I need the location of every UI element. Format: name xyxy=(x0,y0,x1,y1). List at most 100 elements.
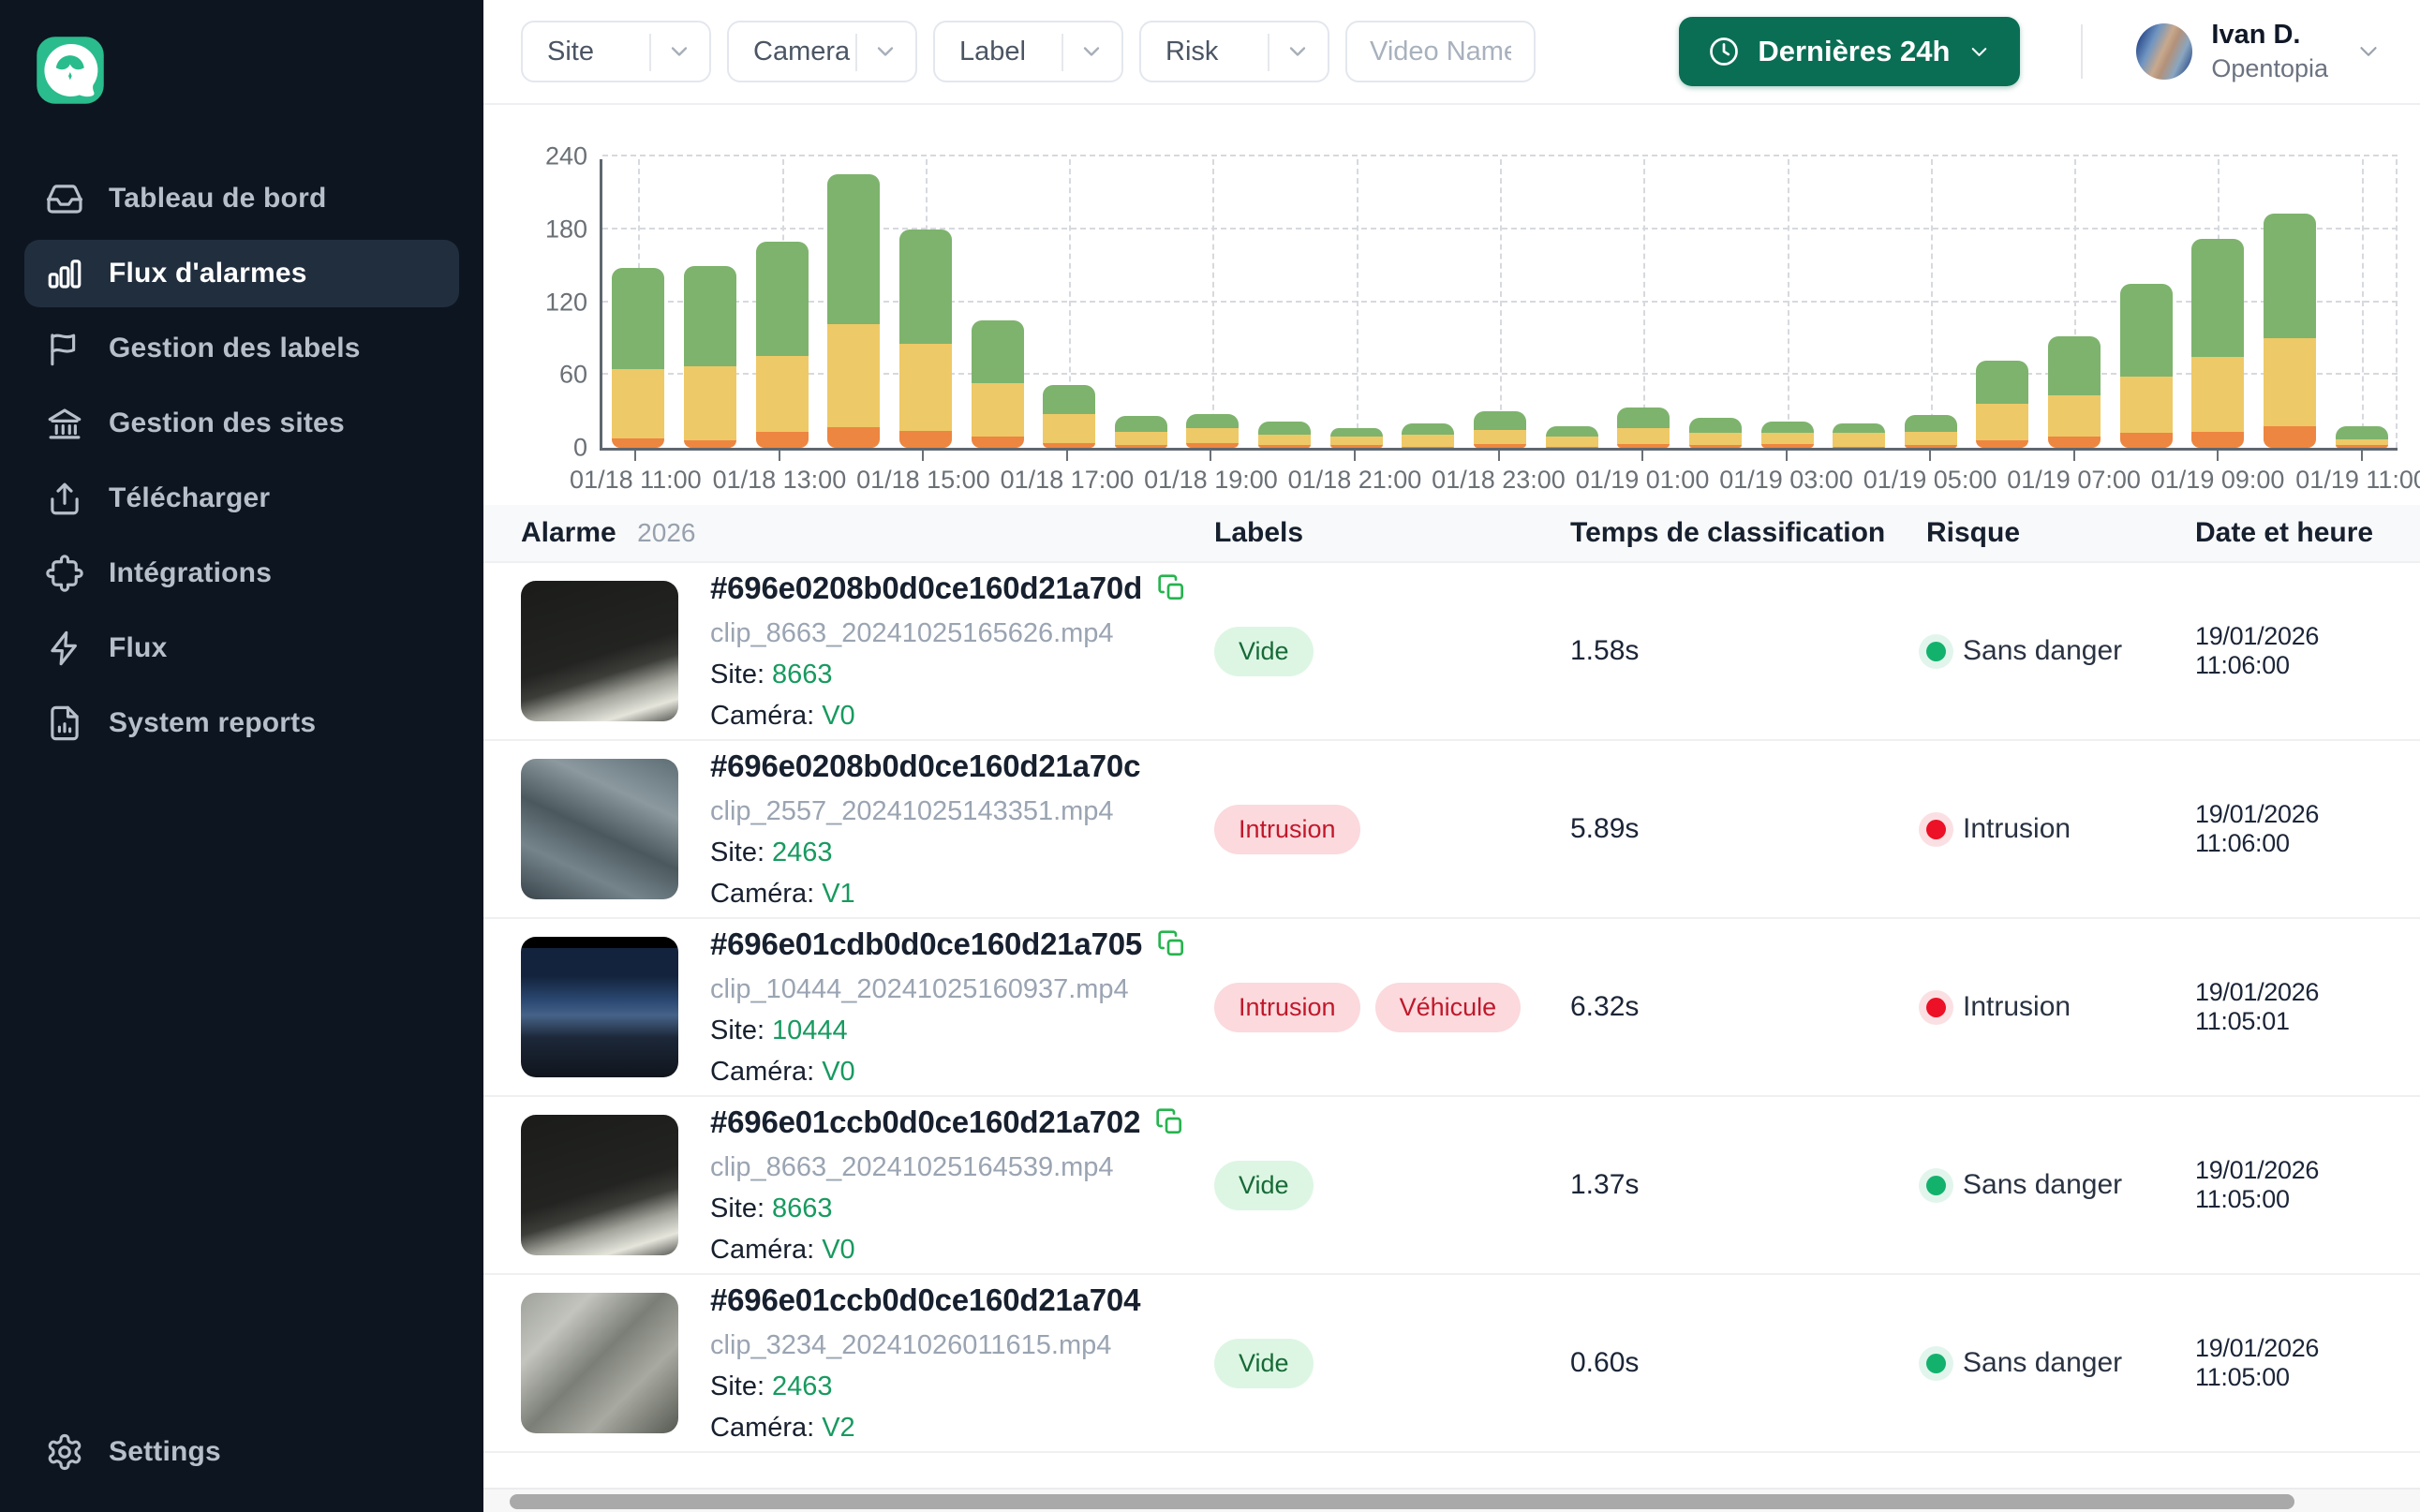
stacked-bar-01/18 20:00[interactable] xyxy=(1258,422,1311,448)
x-axis-tick-label: 01/18 11:00 xyxy=(570,466,702,495)
x-axis-tick xyxy=(2361,451,2363,461)
filter-label[interactable]: Label xyxy=(933,21,1123,82)
bar-slot xyxy=(1895,159,1967,448)
bar-slot xyxy=(890,159,962,448)
copy-icon[interactable] xyxy=(1155,1107,1185,1137)
x-axis-tick xyxy=(2217,451,2219,461)
risk-status: Sans danger xyxy=(1926,1347,2195,1379)
stacked-bar-01/18 14:00[interactable] xyxy=(827,174,880,448)
stacked-bar-01/19 03:00[interactable] xyxy=(1761,422,1814,448)
chart-plot-area: 060120180240 xyxy=(600,159,2398,451)
user-org: Opentopia xyxy=(2211,54,2328,83)
filter-risk[interactable]: Risk xyxy=(1139,21,1329,82)
camera-label: Caméra: xyxy=(710,1057,814,1087)
table-row[interactable]: #696e01ccb0d0ce160d21a702clip_8663_20241… xyxy=(483,1097,2420,1275)
alarm-volume-chart: 060120180240 01/18 11:0001/18 13:0001/18… xyxy=(483,105,2420,505)
camera-thumbnail[interactable] xyxy=(521,1115,678,1255)
filter-camera[interactable]: Camera xyxy=(727,21,917,82)
stacked-bar-01/18 16:00[interactable] xyxy=(972,320,1024,448)
alarm-id: #696e0208b0d0ce160d21a70c xyxy=(710,749,1140,784)
x-axis-tick-label: 01/19 09:00 xyxy=(2151,466,2285,495)
stacked-bar-01/19 11:00[interactable] xyxy=(2336,426,2388,448)
sidebar-item-system-reports[interactable]: System reports xyxy=(24,689,459,757)
chevron-down-icon xyxy=(872,38,898,65)
camera-thumbnail[interactable] xyxy=(521,759,678,899)
bar-slot xyxy=(602,159,675,448)
stacked-bar-01/18 13:00[interactable] xyxy=(756,242,809,448)
puzzle-icon xyxy=(45,554,84,593)
alarm-table: Alarme 2026 Labels Temps de classificati… xyxy=(483,505,2420,1453)
filter-site[interactable]: Site xyxy=(521,21,711,82)
stacked-bar-01/18 15:00[interactable] xyxy=(899,230,952,448)
stacked-bar-01/19 07:00[interactable] xyxy=(2048,336,2101,448)
sidebar-item-tableau-de-bord[interactable]: Tableau de bord xyxy=(24,165,459,232)
stacked-bar-01/18 23:00[interactable] xyxy=(1474,411,1526,448)
bar-segment-orange xyxy=(899,431,952,448)
x-axis-tick xyxy=(922,451,924,461)
stacked-bar-01/19 02:00[interactable] xyxy=(1689,418,1742,448)
x-axis-tick xyxy=(779,451,780,461)
alarm-datetime: 19/01/2026 11:05:00 xyxy=(2195,1334,2420,1392)
stacked-bar-01/19 10:00[interactable] xyxy=(2264,214,2316,448)
risk-text: Sans danger xyxy=(1963,1347,2122,1379)
copy-icon xyxy=(1157,573,1187,603)
stacked-bar-01/19 04:00[interactable] xyxy=(1833,423,1885,448)
main-content: Site Camera Label Risk Dernières 24h Ivan D… xyxy=(483,0,2420,1512)
column-header-date: Date et heure xyxy=(2195,517,2420,549)
x-axis-tick-label: 01/19 05:00 xyxy=(1863,466,1997,495)
site-label: Site: xyxy=(710,838,765,867)
bar-slot xyxy=(2110,159,2182,448)
stacked-bar-01/18 22:00[interactable] xyxy=(1402,423,1454,448)
stacked-bar-01/18 17:00[interactable] xyxy=(1043,385,1095,448)
stacked-bar-01/18 19:00[interactable] xyxy=(1186,414,1239,448)
scrollbar-thumb[interactable] xyxy=(510,1494,2294,1509)
camera-value: V2 xyxy=(822,1413,854,1443)
bar-segment-yellow xyxy=(1402,435,1454,447)
alarm-id: #696e0208b0d0ce160d21a70d xyxy=(710,571,1142,606)
stacked-bar-01/19 08:00[interactable] xyxy=(2120,284,2173,448)
user-menu[interactable]: Ivan D. Opentopia xyxy=(2136,20,2383,83)
table-row[interactable]: #696e01cdb0d0ce160d21a705clip_10444_2024… xyxy=(483,919,2420,1097)
sidebar-item-gestion-des-labels[interactable]: Gestion des labels xyxy=(24,315,459,382)
sidebar-item-int-grations[interactable]: Intégrations xyxy=(24,540,459,607)
copy-icon[interactable] xyxy=(1157,573,1187,603)
stacked-bar-01/18 12:00[interactable] xyxy=(684,266,736,448)
chevron-down-icon xyxy=(666,38,692,65)
bar-segment-green xyxy=(1546,426,1598,437)
stacked-bar-01/18 11:00[interactable] xyxy=(612,268,664,448)
table-row[interactable]: #696e0208b0d0ce160d21a70dclip_8663_20241… xyxy=(483,563,2420,741)
copy-icon[interactable] xyxy=(1157,929,1187,959)
sidebar-item-t-l-charger[interactable]: Télécharger xyxy=(24,465,459,532)
bar-slot xyxy=(1464,159,1537,448)
stacked-bar-01/19 06:00[interactable] xyxy=(1976,361,2028,448)
stacked-bar-01/19 01:00[interactable] xyxy=(1617,408,1670,448)
table-row[interactable]: #696e0208b0d0ce160d21a70cclip_2557_20241… xyxy=(483,741,2420,919)
sidebar-item-gestion-des-sites[interactable]: Gestion des sites xyxy=(24,390,459,457)
stacked-bar-01/18 21:00[interactable] xyxy=(1330,428,1383,448)
stacked-bar-01/19 00:00[interactable] xyxy=(1546,426,1598,448)
camera-value: V1 xyxy=(822,879,854,909)
stacked-bar-01/19 09:00[interactable] xyxy=(2191,239,2244,448)
bar-segment-green xyxy=(1402,423,1454,435)
camera-thumbnail[interactable] xyxy=(521,581,678,721)
sidebar-item-settings[interactable]: Settings xyxy=(24,1418,459,1486)
table-row[interactable]: #696e01ccb0d0ce160d21a704clip_3234_20241… xyxy=(483,1275,2420,1453)
stacked-bar-01/18 18:00[interactable] xyxy=(1115,416,1167,448)
x-axis-tick xyxy=(1210,451,1211,461)
video-name-input[interactable] xyxy=(1345,21,1536,82)
stacked-bar-01/19 05:00[interactable] xyxy=(1905,415,1957,448)
sidebar-item-flux[interactable]: Flux xyxy=(24,615,459,682)
camera-value: V0 xyxy=(822,1235,854,1265)
bar-segment-orange xyxy=(684,440,736,448)
bar-slot xyxy=(1320,159,1392,448)
time-range-button[interactable]: Dernières 24h xyxy=(1679,17,2020,86)
site-label: Site: xyxy=(710,1015,765,1045)
bar-slot xyxy=(675,159,747,448)
bar-segment-yellow xyxy=(2120,377,2173,434)
camera-thumbnail[interactable] xyxy=(521,937,678,1077)
horizontal-scrollbar[interactable] xyxy=(483,1488,2420,1512)
filter-label: Label xyxy=(959,37,1026,67)
sidebar-item-label: Flux xyxy=(109,632,167,664)
camera-thumbnail[interactable] xyxy=(521,1293,678,1433)
sidebar-item-flux-d-alarmes[interactable]: Flux d'alarmes xyxy=(24,240,459,307)
